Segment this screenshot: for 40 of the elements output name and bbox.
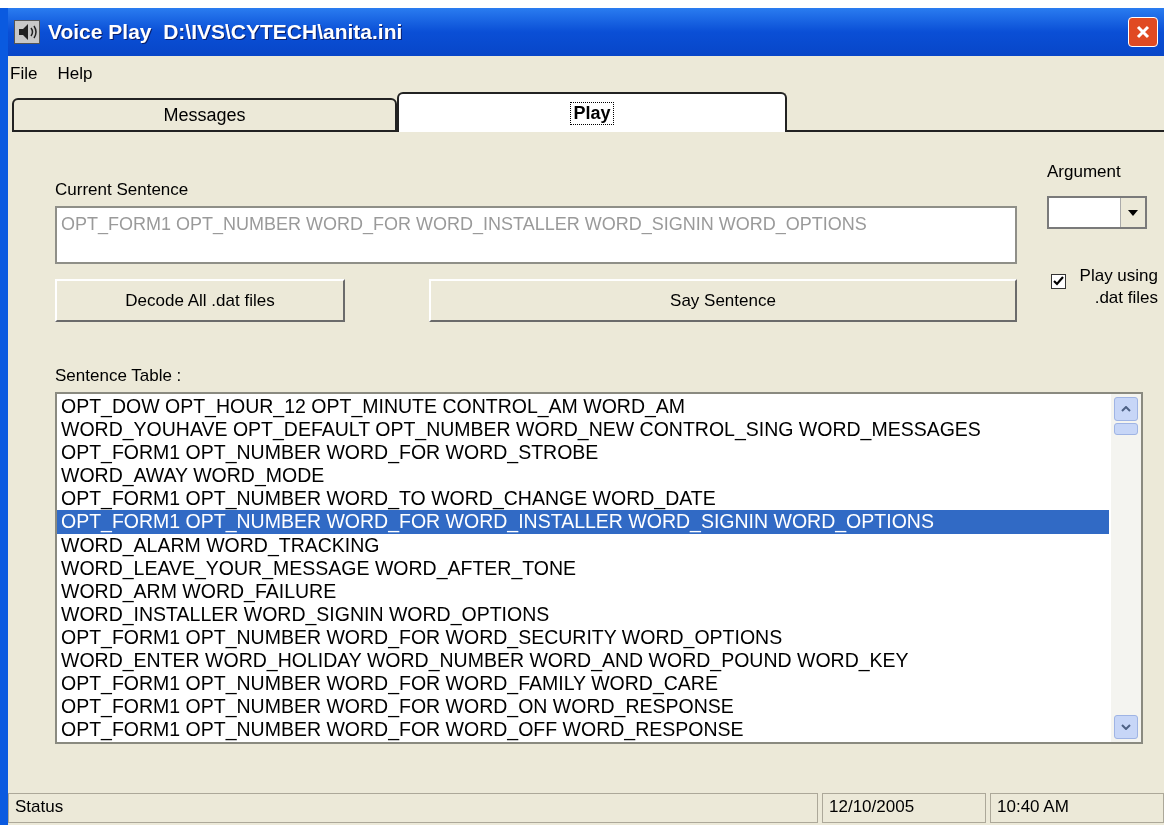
status-pane: 10:40 AM (990, 793, 1164, 823)
tab[interactable]: Messages (12, 98, 397, 132)
speaker-icon (14, 20, 40, 44)
list-row[interactable]: WORD_INSTALLER WORD_SIGNIN WORD_OPTIONS (57, 602, 1109, 626)
window-title: Voice Play D:\IVS\CYTECH\anita.ini (48, 20, 403, 44)
tab[interactable]: Play (397, 92, 787, 132)
menu-item[interactable]: File (10, 64, 38, 84)
list-row[interactable]: WORD_ALARM WORD_TRACKING (57, 533, 1109, 557)
action-button[interactable]: Say Sentence (429, 279, 1017, 322)
list-row[interactable]: WORD_YOUHAVE OPT_DEFAULT OPT_NUMBER WORD_NEW CONTROL_SING WORD_MESSAGES (57, 418, 1109, 442)
status-pane: 12/10/2005 (822, 793, 986, 823)
list-row[interactable]: OPT_FORM1 OPT_NUMBER WORD_TO WORD_CHANGE WORD_DATE (57, 487, 1109, 511)
list-row[interactable]: WORD_ARM WORD_FAILURE (57, 579, 1109, 603)
list-row[interactable]: WORD_AWAY WORD_MODE (57, 464, 1109, 488)
list-row[interactable]: WORD_LEAVE_YOUR_MESSAGE WORD_AFTER_TONE (57, 556, 1109, 580)
list-row[interactable]: OPT_FORM1 OPT_NUMBER WORD_FOR WORD_OFF WORD_RESPONSE (57, 718, 1109, 742)
list-row[interactable]: WORD_ENTER WORD_HOLIDAY WORD_NUMBER WORD_AND WORD_POUND WORD_KEY (57, 649, 1109, 673)
menu-item[interactable]: Help (57, 64, 93, 84)
argument-label: Argument (1047, 162, 1122, 182)
scroll-up-button[interactable] (1114, 397, 1138, 421)
action-button[interactable]: Decode All .dat files (55, 279, 345, 322)
close-button[interactable] (1128, 17, 1158, 47)
list-row[interactable]: OPT_FORM1 OPT_NUMBER WORD_FOR WORD_SECURITY WORD_OPTIONS (57, 625, 1109, 650)
status-pane: Status (8, 793, 818, 823)
list-row[interactable]: OPT_FORM1 OPT_NUMBER WORD_FOR WORD_STROBE (57, 441, 1109, 465)
checkbox[interactable] (1051, 274, 1066, 289)
scroll-thumb[interactable] (1114, 423, 1138, 435)
checkbox-label: Play using .dat files (1078, 265, 1158, 309)
argument-dropdown[interactable] (1047, 196, 1147, 229)
list-row[interactable]: OPT_FORM1 OPT_NUMBER WORD_FOR WORD_ON WORD_RESPONSE (57, 695, 1109, 719)
table-label: Sentence Table : (55, 366, 183, 386)
list-row[interactable]: OPT_FORM1 OPT_NUMBER WORD_FOR WORD_FAMILY WORD_CARE (57, 672, 1109, 696)
list-row[interactable]: OPT_DOW OPT_HOUR_12 OPT_MINUTE CONTROL_AM WORD_AM (57, 395, 1109, 419)
chevron-down-icon (1121, 724, 1131, 730)
chevron-up-icon (1121, 406, 1131, 412)
dropdown-arrow-icon (1128, 209, 1138, 216)
field-label: Current Sentence (55, 180, 190, 200)
list-row[interactable]: OPT_FORM1 OPT_NUMBER WORD_FOR WORD_INSTALLER WORD_SIGNIN WORD_OPTIONS (57, 510, 1109, 534)
scrollbar[interactable] (1111, 394, 1141, 742)
scroll-down-button[interactable] (1114, 715, 1138, 739)
